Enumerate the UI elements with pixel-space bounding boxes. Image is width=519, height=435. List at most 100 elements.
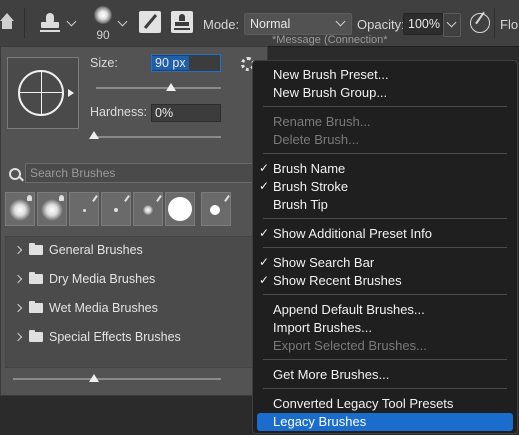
menu-separator: [263, 388, 507, 389]
menu-item-export-selected-brushes: Export Selected Brushes...: [253, 337, 517, 355]
mode-value: Normal: [250, 17, 291, 31]
checkmark-icon: ✓: [259, 226, 270, 240]
recent-brush-3[interactable]: [69, 192, 99, 226]
recent-brush-5[interactable]: [133, 192, 163, 226]
menu-item-brush-tip[interactable]: Brush Tip: [253, 196, 517, 214]
thumbnail-size-slider-thumb[interactable]: [89, 374, 99, 382]
pencil-icon: [224, 195, 230, 202]
pressure-opacity-icon[interactable]: [470, 13, 490, 33]
recent-brush-6[interactable]: [165, 192, 195, 226]
menu-item-label: Delete Brush...: [273, 132, 359, 147]
size-slider-track[interactable]: [96, 87, 221, 89]
folder-icon: [29, 243, 43, 255]
opacity-label: Opacity:: [357, 17, 405, 32]
menu-item-brush-stroke[interactable]: ✓ Brush Stroke: [253, 178, 517, 196]
brush-tip-icon: [94, 6, 112, 24]
toggle-clone-source-icon[interactable]: [171, 11, 193, 33]
brush-size-readout: 90: [96, 28, 110, 42]
menu-item-converted-legacy-tool-presets[interactable]: Converted Legacy Tool Presets: [253, 395, 517, 413]
clone-stamp-tool-icon[interactable]: [38, 13, 62, 35]
brush-preset-picker-panel: Size: 90 px Hardness: 0% Search Brushes …: [0, 46, 268, 396]
checkmark-icon: ✓: [259, 161, 270, 175]
brush-panel-flyout-menu: New Brush Preset... New Brush Group... R…: [252, 60, 518, 434]
mode-select[interactable]: Normal: [244, 13, 352, 35]
angle-arrow-icon: [68, 89, 74, 97]
folder-icon: [29, 272, 43, 284]
options-bar: 90 Mode: Normal Opacity: 100% Flo: [0, 0, 519, 47]
chevron-right-icon[interactable]: [13, 274, 23, 284]
menu-item-rename-brush: Rename Brush...: [253, 113, 517, 131]
size-slider-thumb[interactable]: [166, 83, 176, 91]
menu-item-label: Show Recent Brushes: [273, 273, 402, 288]
hardness-slider-track[interactable]: [91, 136, 221, 138]
search-brushes-input[interactable]: [26, 164, 257, 182]
brush-preset-picker-button[interactable]: [90, 4, 116, 28]
menu-item-append-default-brushes[interactable]: Append Default Brushes...: [253, 301, 517, 319]
menu-item-new-brush-preset[interactable]: New Brush Preset...: [253, 66, 517, 84]
menu-item-brush-name[interactable]: ✓ Brush Name: [253, 160, 517, 178]
menu-item-show-recent-brushes[interactable]: ✓ Show Recent Brushes: [253, 272, 517, 290]
menu-item-delete-brush: Delete Brush...: [253, 131, 517, 149]
menu-separator: [263, 247, 507, 248]
checkmark-icon: ✓: [259, 179, 270, 193]
recent-brush-1[interactable]: [5, 192, 35, 226]
tool-preset-chevron-down-icon[interactable]: [66, 16, 77, 27]
menu-separator: [263, 106, 507, 107]
crosshair-vertical: [41, 70, 42, 116]
background-document-tab: *Message (Connection*: [272, 34, 388, 46]
divider: [494, 8, 495, 38]
menu-item-import-brushes[interactable]: Import Brushes...: [253, 319, 517, 337]
menu-item-label: Get More Brushes...: [273, 367, 390, 382]
menu-separator: [263, 153, 507, 154]
opacity-input[interactable]: 100%: [403, 13, 443, 35]
chevron-down-icon: [335, 16, 346, 27]
pencil-icon: [124, 195, 130, 202]
brush-group-label: General Brushes: [49, 243, 143, 257]
size-input[interactable]: 90 px: [151, 54, 221, 72]
menu-item-new-brush-group[interactable]: New Brush Group...: [253, 84, 517, 102]
hardness-input[interactable]: 0%: [151, 104, 221, 122]
brush-group-special-effects[interactable]: Special Effects Brushes: [6, 324, 260, 353]
recent-brush-7[interactable]: [201, 192, 231, 226]
home-icon[interactable]: [0, 13, 14, 33]
menu-separator: [263, 294, 507, 295]
folder-icon: [29, 301, 43, 313]
brush-group-label: Special Effects Brushes: [49, 330, 181, 344]
recent-brushes-row: [5, 192, 233, 226]
chevron-right-icon[interactable]: [13, 245, 23, 255]
recent-brush-2[interactable]: [37, 192, 67, 226]
brush-picker-chevron-down-icon[interactable]: [117, 16, 128, 27]
hardness-value: 0%: [155, 106, 174, 120]
brush-group-general[interactable]: General Brushes: [6, 237, 260, 266]
chevron-down-icon: [446, 17, 457, 28]
menu-item-label: Export Selected Brushes...: [273, 338, 427, 353]
menu-item-show-additional-preset-info[interactable]: ✓ Show Additional Preset Info: [253, 225, 517, 243]
menu-item-legacy-brushes[interactable]: Legacy Brushes: [257, 413, 513, 431]
menu-item-label: Brush Tip: [273, 197, 328, 212]
recent-brush-4[interactable]: [101, 192, 131, 226]
chevron-right-icon[interactable]: [13, 332, 23, 342]
mode-label: Mode:: [203, 17, 240, 32]
checkmark-icon: ✓: [259, 273, 270, 287]
menu-item-get-more-brushes[interactable]: Get More Brushes...: [253, 366, 517, 384]
thumbnail-size-slider-track[interactable]: [13, 378, 221, 380]
menu-item-label: Import Brushes...: [273, 320, 372, 335]
brush-group-label: Dry Media Brushes: [49, 272, 156, 286]
opacity-value: 100%: [408, 17, 440, 31]
brush-group-dry-media[interactable]: Dry Media Brushes: [6, 266, 260, 295]
hardness-slider-thumb[interactable]: [89, 131, 99, 139]
pencil-icon: [92, 195, 98, 202]
brush-angle-roundness-preview[interactable]: [7, 57, 79, 129]
brush-group-wet-media[interactable]: Wet Media Brushes: [6, 295, 260, 324]
opacity-slider-button[interactable]: [443, 13, 461, 37]
folder-icon: [29, 330, 43, 342]
chevron-right-icon[interactable]: [13, 303, 23, 313]
search-brushes-field[interactable]: [25, 163, 258, 183]
toggle-brush-settings-icon[interactable]: [139, 11, 161, 33]
menu-item-label: Brush Stroke: [273, 179, 349, 194]
menu-item-show-search-bar[interactable]: ✓ Show Search Bar: [253, 254, 517, 272]
hardness-label: Hardness:: [90, 105, 147, 119]
menu-item-label: Brush Name: [273, 161, 346, 176]
checkmark-icon: ✓: [259, 255, 270, 269]
menu-separator: [263, 218, 507, 219]
